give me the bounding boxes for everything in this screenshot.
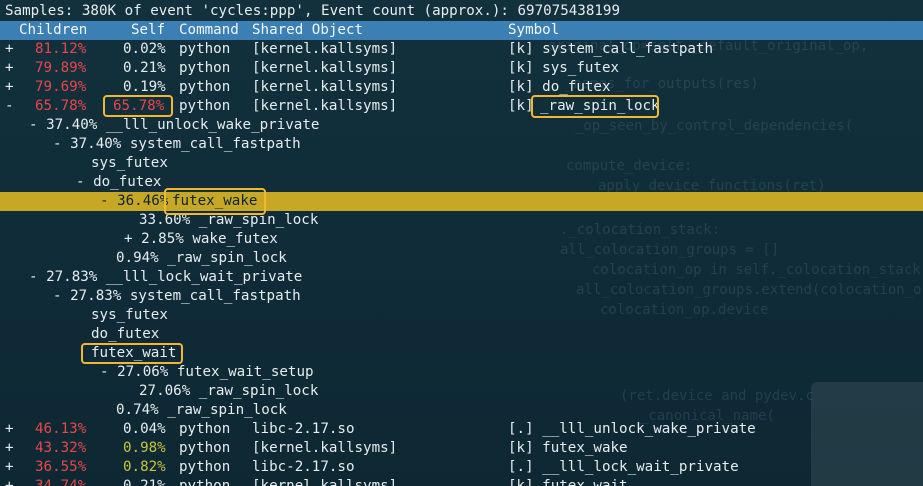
- shared-object-value: [kernel.kallsyms]: [252, 60, 398, 76]
- expand-toggle[interactable]: +: [5, 458, 14, 477]
- symbol-value: [k] futex_wait: [508, 478, 628, 486]
- expand-toggle[interactable]: +: [5, 59, 14, 78]
- shared-object-value: [kernel.kallsyms]: [252, 98, 398, 114]
- command-value: python: [179, 421, 231, 437]
- shared-object-value: libc-2.17.so: [252, 459, 355, 475]
- children-percent: 36.55%: [35, 459, 87, 475]
- callgraph-entry: 27.06% _raw_spin_lock: [139, 383, 319, 399]
- table-row[interactable]: + 36.55% 0.82% python libc-2.17.so [.] _…: [0, 458, 923, 477]
- self-percent: 0.21%: [123, 478, 166, 486]
- column-symbol[interactable]: Symbol: [508, 21, 559, 40]
- self-percent: 0.98%: [123, 440, 166, 456]
- callgraph-node[interactable]: futex_wait: [0, 344, 923, 363]
- table-row[interactable]: + 79.69% 0.19% python [kernel.kallsyms] …: [0, 78, 923, 97]
- children-percent: 46.13%: [35, 421, 87, 437]
- table-row[interactable]: + 43.32% 0.98% python [kernel.kallsyms] …: [0, 439, 923, 458]
- shared-object-value: [kernel.kallsyms]: [252, 41, 398, 57]
- self-percent: 0.82%: [123, 459, 166, 475]
- self-percent: 0.04%: [123, 421, 166, 437]
- shared-object-value: [kernel.kallsyms]: [252, 478, 398, 486]
- callgraph-node[interactable]: - 37.40% system_call_fastpath: [0, 135, 923, 154]
- children-percent: 65.78%: [35, 98, 87, 114]
- callgraph-entry: sys_futex: [91, 307, 168, 323]
- self-percent: 65.78%: [113, 98, 165, 114]
- column-children[interactable]: Children: [19, 21, 87, 40]
- command-value: python: [179, 41, 231, 57]
- command-value: python: [179, 459, 231, 475]
- table-row[interactable]: + 46.13% 0.04% python libc-2.17.so [.] _…: [0, 420, 923, 439]
- callgraph-node[interactable]: 33.60% _raw_spin_lock: [0, 211, 923, 230]
- callgraph-entry: 33.60% _raw_spin_lock: [139, 212, 319, 228]
- shared-object-value: libc-2.17.so: [252, 421, 355, 437]
- callgraph-entry: - 27.83% __lll_lock_wait_private: [29, 269, 303, 285]
- samples-summary-text: Samples: 380K of event 'cycles:ppp', Eve…: [5, 3, 620, 19]
- perf-report-terminal[interactable]: original_op=self._default_original_op, _…: [0, 0, 923, 486]
- children-percent: 34.74%: [35, 478, 87, 486]
- column-header-bar: Children Self Command Shared Object Symb…: [0, 21, 923, 40]
- expand-toggle[interactable]: +: [5, 40, 14, 59]
- column-command[interactable]: Command: [179, 21, 239, 40]
- symbol-value: _raw_spin_lock: [540, 98, 660, 114]
- collapse-toggle[interactable]: -: [5, 97, 14, 116]
- column-shared-object[interactable]: Shared Object: [252, 21, 363, 40]
- callgraph-entry: futex_wait: [91, 345, 177, 361]
- self-percent: 0.02%: [123, 41, 166, 57]
- expand-toggle[interactable]: +: [5, 78, 14, 97]
- callgraph-entry: - 37.40% __lll_unlock_wake_private: [29, 117, 320, 133]
- callgraph-node[interactable]: 0.94% _raw_spin_lock: [0, 249, 923, 268]
- symbol-tag: [k]: [508, 98, 534, 114]
- callgraph-node[interactable]: - do_futex: [0, 173, 923, 192]
- expand-toggle[interactable]: +: [5, 420, 14, 439]
- shared-object-value: [kernel.kallsyms]: [252, 440, 398, 456]
- callgraph-entry: do_futex: [91, 326, 160, 342]
- callgraph-entry: - 27.83% system_call_fastpath: [53, 288, 301, 304]
- callgraph-entry: 0.74% _raw_spin_lock: [116, 402, 287, 418]
- callgraph-node[interactable]: - 27.83% __lll_lock_wait_private: [0, 268, 923, 287]
- expand-toggle[interactable]: +: [5, 477, 14, 486]
- command-value: python: [179, 440, 231, 456]
- table-row[interactable]: + 79.89% 0.21% python [kernel.kallsyms] …: [0, 59, 923, 78]
- callgraph-entry: 0.94% _raw_spin_lock: [116, 250, 287, 266]
- command-value: python: [179, 79, 231, 95]
- callgraph-node[interactable]: - 37.40% __lll_unlock_wake_private: [0, 116, 923, 135]
- callgraph-entry: + 2.85% wake_futex: [124, 231, 278, 247]
- callgraph-node[interactable]: do_futex: [0, 325, 923, 344]
- children-percent: 43.32%: [35, 440, 87, 456]
- callgraph-node[interactable]: + 2.85% wake_futex: [0, 230, 923, 249]
- callgraph-node[interactable]: 0.74% _raw_spin_lock: [0, 401, 923, 420]
- self-percent: 0.19%: [123, 79, 166, 95]
- callgraph-node[interactable]: - 27.83% system_call_fastpath: [0, 287, 923, 306]
- symbol-value: [k] do_futex: [508, 79, 611, 95]
- callgraph-node[interactable]: 27.06% _raw_spin_lock: [0, 382, 923, 401]
- callgraph-node[interactable]: sys_futex: [0, 306, 923, 325]
- callgraph-node[interactable]: sys_futex: [0, 154, 923, 173]
- callgraph-percent: - 36.46%: [100, 193, 169, 209]
- column-self[interactable]: Self: [131, 21, 165, 40]
- samples-summary: Samples: 380K of event 'cycles:ppp', Eve…: [0, 2, 923, 21]
- children-percent: 79.89%: [35, 60, 87, 76]
- shared-object-value: [kernel.kallsyms]: [252, 79, 398, 95]
- callgraph-entry: - do_futex: [76, 174, 162, 190]
- callgraph-entry: sys_futex: [91, 155, 168, 171]
- command-value: python: [179, 98, 231, 114]
- symbol-value: [k] sys_futex: [508, 60, 620, 76]
- callgraph-symbol: futex_wake: [172, 193, 258, 209]
- children-percent: 79.69%: [35, 79, 87, 95]
- table-row-expanded[interactable]: - 65.78% 65.78% python [kernel.kallsyms]…: [0, 97, 923, 116]
- callgraph-node[interactable]: - 27.06% futex_wait_setup: [0, 363, 923, 382]
- table-row[interactable]: + 81.12% 0.02% python [kernel.kallsyms] …: [0, 40, 923, 59]
- self-percent: 0.21%: [123, 60, 166, 76]
- children-percent: 81.12%: [35, 41, 87, 57]
- callgraph-node-selected[interactable]: - 36.46% futex_wake: [0, 192, 923, 211]
- command-value: python: [179, 478, 231, 486]
- symbol-value: [k] futex_wake: [508, 440, 628, 456]
- symbol-value: [k] system_call_fastpath: [508, 41, 713, 57]
- table-row[interactable]: + 34.74% 0.21% python [kernel.kallsyms] …: [0, 477, 923, 486]
- symbol-value: [.] __lll_unlock_wake_private: [508, 421, 756, 437]
- command-value: python: [179, 60, 231, 76]
- callgraph-entry: - 37.40% system_call_fastpath: [53, 136, 301, 152]
- symbol-value: [.] __lll_lock_wait_private: [508, 459, 739, 475]
- callgraph-entry: - 27.06% futex_wait_setup: [100, 364, 314, 380]
- expand-toggle[interactable]: +: [5, 439, 14, 458]
